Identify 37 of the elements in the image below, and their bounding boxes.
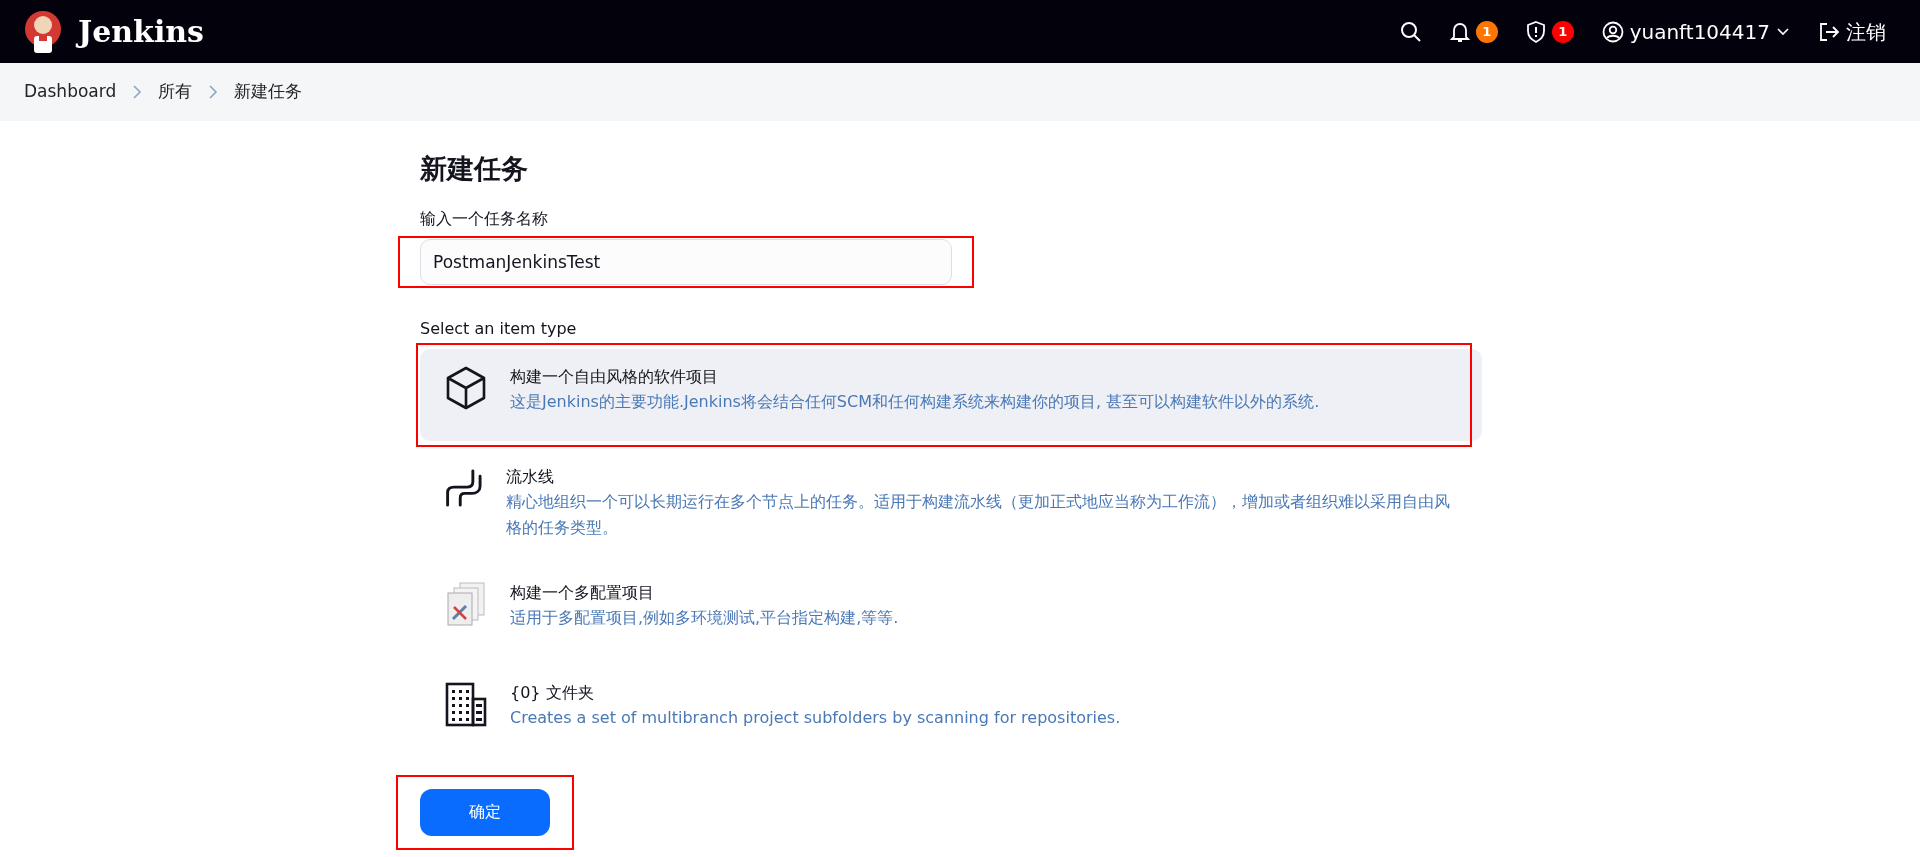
cube-icon [444,365,488,412]
count-badge: 1 [1475,20,1498,43]
search-icon [1399,20,1422,43]
breadcrumb-link[interactable]: 新建任务 [234,79,303,105]
logout-button[interactable]: 注销 [1808,8,1896,55]
item-type-option[interactable]: {0} 文件夹 Creates a set of multibranch project subfolders by scanning for repositories. [420,664,1482,757]
item-type-description: Creates a set of multibranch project subfolders by scanning for repositories. [510,706,1121,729]
security-button[interactable]: 1 [1515,12,1584,51]
item-type-option[interactable]: 流水线 精心地组织一个可以长期运行在多个节点上的任务。适用于构建流水线（更加正式地应当称为工作流），增加或者组织难以采用自由风格的任务类型。 [420,449,1482,557]
butler-logo-icon [24,8,62,55]
logout-icon [1818,20,1840,43]
item-type-title: 流水线 [505,466,555,489]
section-label: Select an item type [420,318,578,341]
chevron-right-icon [208,85,219,99]
documents-tools-icon [444,580,488,627]
user-icon [1601,20,1624,43]
page-title: 新建任务 [420,153,529,186]
item-type-title: {0} 文件夹 [510,681,595,704]
item-type-option[interactable]: 构建一个多配置项目 适用于多配置项目,例如多环境测试,平台指定构建,等等. [420,564,1482,657]
item-type-description: 适用于多配置项目,例如多环境测试,平台指定构建,等等. [510,606,899,629]
building-icon [444,680,488,727]
breadcrumb-link[interactable]: 所有 [158,79,193,105]
item-name-field[interactable]: PostmanJenkinsTest [420,239,952,286]
user-menu-button[interactable]: yuanft104417 [1591,8,1800,55]
chevron-right-icon [132,85,143,99]
item-type-option[interactable]: 构建一个自由风格的软件项目 这是Jenkins的主要功能.Jenkins将会结合任何SCM和任何构建系统来构建你的项目, 甚至可以构建软件以外的系统. [420,349,1482,442]
ok-button[interactable]: 确定 [420,788,550,836]
count-badge: 1 [1551,20,1574,43]
chevron-down-icon [1776,26,1790,37]
shield-icon [1525,20,1546,43]
item-type-title: 构建一个自由风格的软件项目 [510,366,719,389]
bell-icon [1449,20,1470,43]
item-type-description: 精心地组织一个可以长期运行在多个节点上的任务。适用于构建流水线（更加正式地应当称为工作流），增加或者组织难以采用自由风格的任务类型。 [505,491,1451,539]
item-type-title: 构建一个多配置项目 [510,581,655,604]
item-type-description: 这是Jenkins的主要功能.Jenkins将会结合任何SCM和任何构建系统来构建你的项目, 甚至可以构建软件以外的系统. [510,391,1320,414]
breadcrumb-link[interactable]: Dashboard [24,79,117,105]
field-label: 输入一个任务名称 [420,208,549,231]
